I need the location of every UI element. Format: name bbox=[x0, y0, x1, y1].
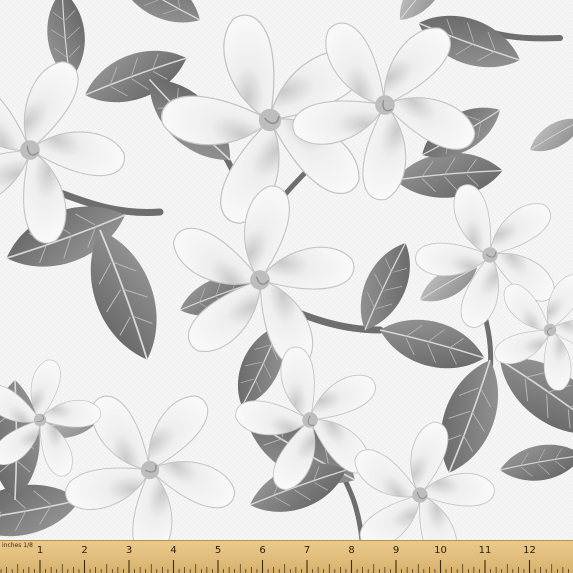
fabric-swatch: inches 1/8 1 2 3 4 5 6 7 8 9 10 11 12 bbox=[0, 0, 573, 573]
ruler-number: 5 bbox=[214, 545, 222, 556]
floral-pattern bbox=[0, 0, 573, 573]
ruler-number: 10 bbox=[434, 545, 447, 556]
ruler-number: 2 bbox=[81, 545, 88, 556]
ruler-number: 9 bbox=[392, 545, 400, 556]
measuring-ruler: inches 1/8 1 2 3 4 5 6 7 8 9 10 11 12 bbox=[0, 540, 573, 573]
ruler-number: 12 bbox=[523, 545, 536, 556]
ruler-number: 8 bbox=[348, 545, 355, 556]
ruler-unit-label: inches 1/8 bbox=[2, 542, 33, 549]
ruler-number: 4 bbox=[170, 545, 177, 556]
ruler-number: 11 bbox=[478, 545, 492, 556]
ruler-number: 3 bbox=[125, 545, 133, 556]
ruler-number: 1 bbox=[36, 545, 44, 556]
ruler-number: 6 bbox=[259, 545, 266, 556]
ruler-number: 7 bbox=[303, 545, 311, 556]
